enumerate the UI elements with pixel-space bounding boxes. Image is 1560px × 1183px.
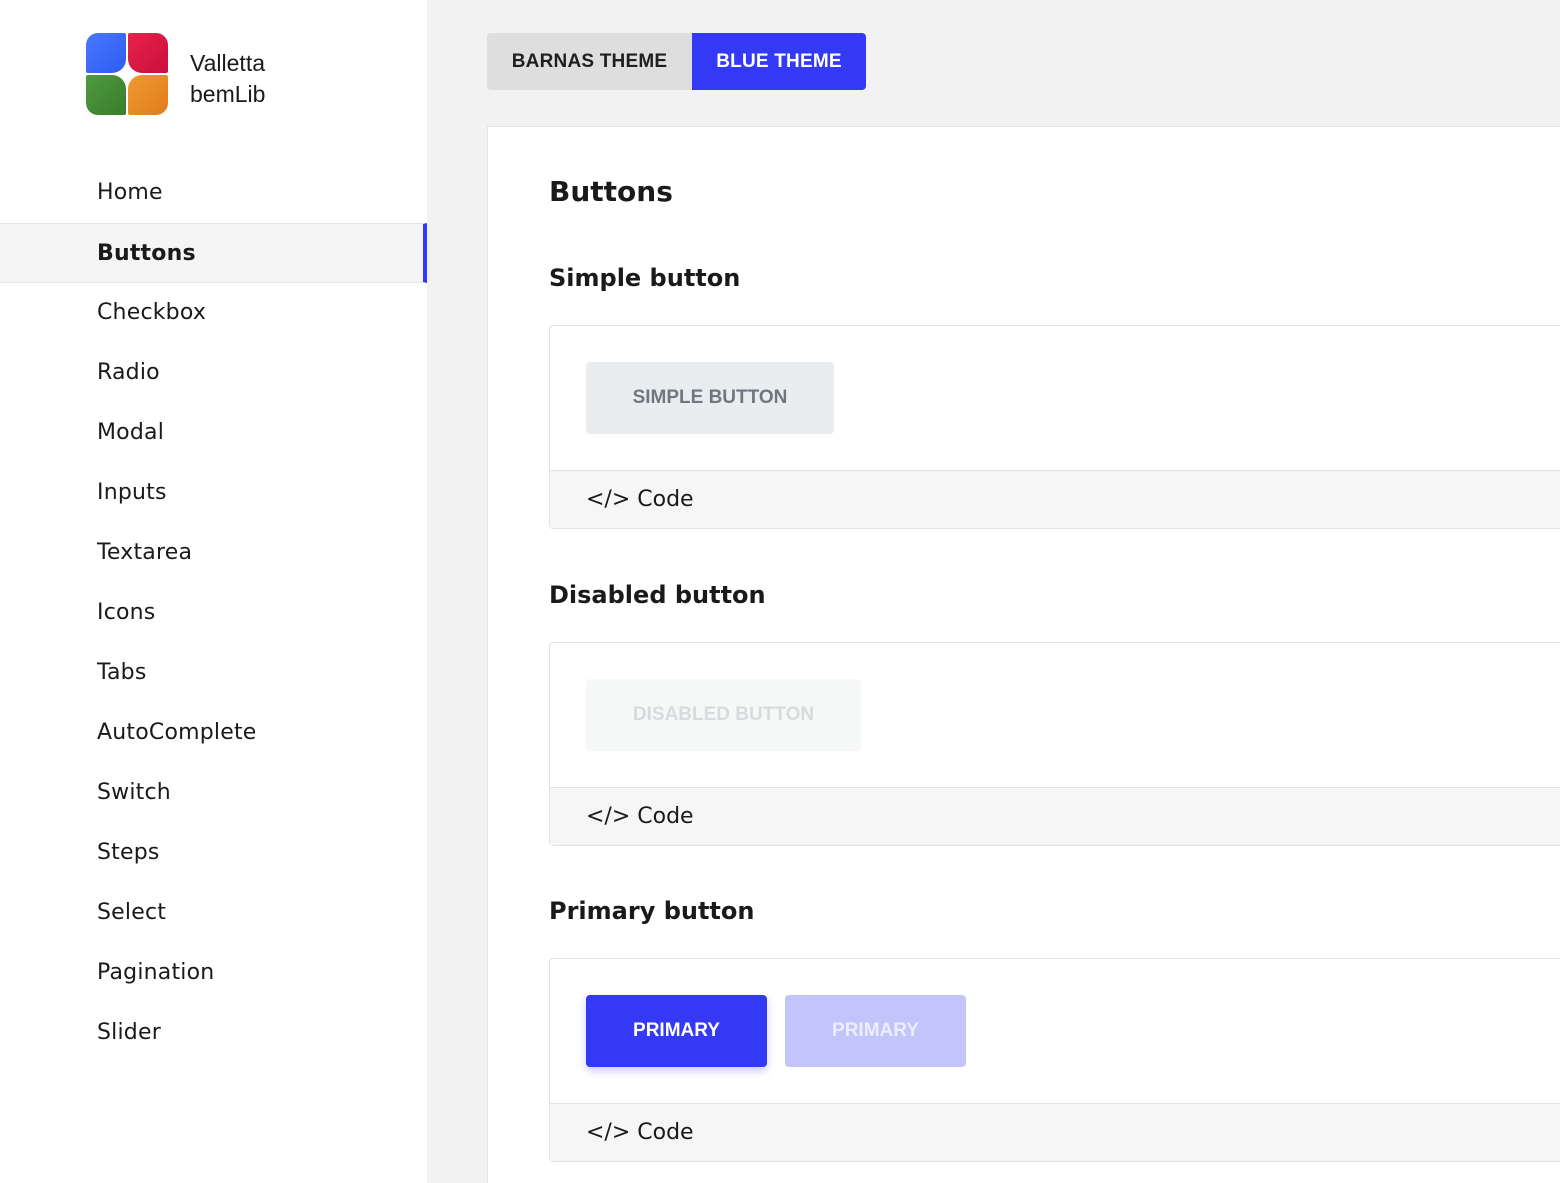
sidebar-item-modal[interactable]: Modal [0, 403, 427, 463]
code-toggle-simple[interactable]: </> Code [550, 470, 1560, 528]
code-toggle-primary[interactable]: </> Code [550, 1103, 1560, 1161]
sidebar-item-switch[interactable]: Switch [0, 763, 427, 823]
sidebar-item-home[interactable]: Home [0, 163, 427, 223]
demo-area: PRIMARY PRIMARY [550, 959, 1560, 1103]
brand-line-2: bemLib [190, 81, 266, 107]
demo-area: DISABLED BUTTON [550, 643, 1560, 787]
primary-button[interactable]: PRIMARY [586, 995, 767, 1067]
main-content: Buttons Simple button SIMPLE BUTTON </> … [487, 126, 1560, 1183]
demo-box-simple: SIMPLE BUTTON </> Code [549, 325, 1560, 529]
section-title-disabled: Disabled button [549, 581, 766, 609]
sidebar-item-autocomplete[interactable]: AutoComplete [0, 703, 427, 763]
sidebar-item-pagination[interactable]: Pagination [0, 943, 427, 1003]
theme-switcher: BARNAS THEME BLUE THEME [487, 33, 866, 90]
code-toggle-disabled[interactable]: </> Code [550, 787, 1560, 845]
logo-green-quadrant [86, 75, 126, 115]
sidebar-item-slider[interactable]: Slider [0, 1003, 427, 1063]
page-title: Buttons [549, 175, 673, 208]
sidebar-item-inputs[interactable]: Inputs [0, 463, 427, 523]
sidebar-item-buttons[interactable]: Buttons [0, 223, 427, 283]
sidebar-nav: Home Buttons Checkbox Radio Modal Inputs… [0, 163, 427, 1063]
logo-red-quadrant [128, 33, 168, 73]
sidebar-item-icons[interactable]: Icons [0, 583, 427, 643]
section-title-primary: Primary button [549, 897, 755, 925]
primary-disabled-button: PRIMARY [785, 995, 966, 1067]
disabled-button: DISABLED BUTTON [586, 679, 861, 751]
section-title-simple: Simple button [549, 264, 741, 292]
demo-box-primary: PRIMARY PRIMARY </> Code [549, 958, 1560, 1162]
sidebar-item-tabs[interactable]: Tabs [0, 643, 427, 703]
barnas-theme-button[interactable]: BARNAS THEME [487, 33, 692, 90]
sidebar-item-textarea[interactable]: Textarea [0, 523, 427, 583]
logo-blue-quadrant [86, 33, 126, 73]
sidebar: Valletta bemLib Home Buttons Checkbox Ra… [0, 0, 427, 1183]
sidebar-item-radio[interactable]: Radio [0, 343, 427, 403]
blue-theme-button[interactable]: BLUE THEME [692, 33, 866, 90]
logo-orange-quadrant [128, 75, 168, 115]
valletta-logo-icon[interactable] [86, 33, 168, 115]
simple-button[interactable]: SIMPLE BUTTON [586, 362, 834, 434]
demo-box-disabled: DISABLED BUTTON </> Code [549, 642, 1560, 846]
sidebar-item-steps[interactable]: Steps [0, 823, 427, 883]
sidebar-item-checkbox[interactable]: Checkbox [0, 283, 427, 343]
sidebar-item-select[interactable]: Select [0, 883, 427, 943]
brand-line-1: Valletta [190, 50, 266, 76]
demo-area: SIMPLE BUTTON [550, 326, 1560, 470]
brand-name[interactable]: Valletta bemLib [190, 48, 265, 110]
